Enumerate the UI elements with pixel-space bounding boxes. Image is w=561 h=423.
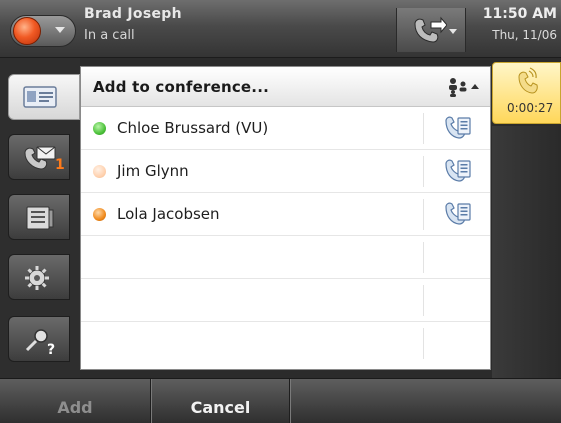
chevron-down-icon [449, 29, 457, 34]
panel-header: Add to conference... [81, 67, 490, 107]
search-help-icon: ? [25, 329, 55, 355]
left-nav-rail: 1 ? [0, 58, 80, 378]
presence-status-icon [13, 17, 41, 45]
divider [423, 156, 424, 187]
divider [423, 285, 424, 316]
phone-call-icon[interactable] [443, 201, 473, 227]
chevron-down-icon [55, 27, 65, 33]
contact-card-icon [23, 86, 57, 108]
clock-date: Thu, 11/06 [492, 28, 557, 42]
contact-row-chloe-brussard[interactable]: Chloe Brussard (VU) [81, 107, 490, 150]
divider [423, 113, 424, 144]
gear-icon [25, 266, 49, 290]
add-button[interactable]: Add [0, 379, 151, 423]
rail-item-contacts[interactable] [8, 74, 80, 120]
active-call-tab[interactable]: 0:00:27 [492, 62, 561, 124]
user-name: Brad Joseph [84, 6, 182, 22]
empty-row [81, 322, 490, 365]
cancel-button[interactable]: Cancel [151, 379, 290, 423]
presence-offline-icon [93, 165, 106, 178]
ringing-phone-icon [518, 67, 538, 94]
rail-item-call-log[interactable] [8, 194, 70, 240]
contact-row-lola-jacobsen[interactable]: Lola Jacobsen [81, 193, 490, 236]
contact-name: Chloe Brussard (VU) [117, 119, 269, 137]
divider [423, 199, 424, 230]
rail-item-voicemail[interactable]: 1 [8, 134, 70, 180]
rail-item-search-help[interactable]: ? [8, 316, 70, 362]
empty-softkey [290, 379, 561, 423]
contact-row-jim-glynn[interactable]: Jim Glynn [81, 150, 490, 193]
presence-available-icon [93, 122, 106, 135]
phone-call-icon[interactable] [443, 158, 473, 184]
right-panel-background [492, 126, 561, 378]
status-bar: Brad Joseph In a call 11:50 AM Thu, 11/0… [0, 0, 561, 58]
group-sort-icon [449, 78, 479, 97]
presence-menu-button[interactable] [10, 15, 76, 47]
rail-item-settings[interactable] [8, 254, 70, 300]
panel-title: Add to conference... [93, 78, 269, 96]
empty-row [81, 279, 490, 322]
phone-transfer-icon [414, 16, 447, 43]
contact-name: Jim Glynn [117, 162, 189, 180]
add-to-conference-panel: Add to conference... Chloe Brussard (VU) [80, 66, 491, 370]
phone-call-icon[interactable] [443, 115, 473, 141]
svg-text:?: ? [47, 342, 55, 355]
user-status: In a call [84, 28, 135, 43]
call-log-icon [26, 206, 54, 230]
voicemail-icon [24, 146, 56, 170]
contact-list: Chloe Brussard (VU) Jim Glynn Lola Jacob… [81, 107, 490, 365]
divider [423, 242, 424, 273]
call-timer: 0:00:27 [507, 101, 554, 115]
empty-row [81, 236, 490, 279]
softkey-bar: Add Cancel [0, 378, 561, 423]
presence-busy-icon [93, 208, 106, 221]
call-transfer-button[interactable] [396, 8, 466, 52]
contact-name: Lola Jacobsen [117, 205, 220, 223]
sort-contacts-button[interactable] [446, 76, 482, 98]
clock-time: 11:50 AM [482, 6, 557, 22]
voicemail-count-badge: 1 [55, 157, 65, 173]
divider [423, 328, 424, 359]
